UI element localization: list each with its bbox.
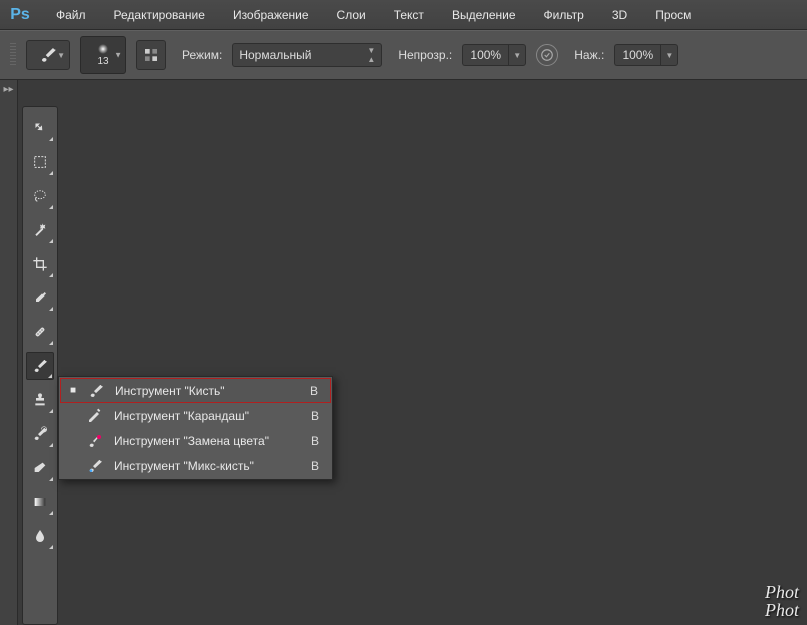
menu-file[interactable]: Файл (52, 6, 90, 24)
flyout-shortcut: B (310, 384, 318, 398)
stamp-icon (32, 392, 48, 408)
heal-icon (32, 324, 48, 340)
brush-panel-toggle[interactable] (136, 40, 166, 70)
menu-filter[interactable]: Фильтр (540, 6, 588, 24)
tool-history-brush[interactable] (26, 420, 54, 448)
flow-field[interactable]: 100% ▼ (614, 44, 678, 66)
app-logo[interactable]: Ps (8, 3, 32, 27)
canvas-area[interactable] (58, 80, 807, 625)
brush-tool-flyout: ■ Инструмент "Кисть" B Инструмент "Каран… (58, 376, 333, 480)
brush-icon (39, 46, 57, 64)
menu-select[interactable]: Выделение (448, 6, 520, 24)
flyout-shortcut: B (311, 434, 319, 448)
mode-select[interactable]: Нормальный ▼▲ (232, 43, 382, 67)
eraser-icon (32, 460, 48, 476)
chevron-down-icon[interactable]: ▼ (508, 44, 526, 66)
menu-3d[interactable]: 3D (608, 6, 631, 24)
chevron-down-icon[interactable]: ▼ (660, 44, 678, 66)
brush-icon (32, 358, 48, 374)
brush-preview-icon (98, 44, 108, 54)
marquee-icon (32, 154, 48, 170)
menubar: Ps Файл Редактирование Изображение Слои … (0, 0, 807, 30)
tool-blur[interactable] (26, 522, 54, 550)
pressure-icon (540, 48, 554, 62)
tool-stamp[interactable] (26, 386, 54, 414)
chevron-down-icon: ▼▲ (367, 46, 375, 64)
menu-image[interactable]: Изображение (229, 6, 313, 24)
selected-marker-icon: ■ (69, 385, 77, 396)
tab-strip: ▸▸ (0, 80, 18, 625)
history-icon (32, 426, 48, 442)
brush-icon (87, 383, 105, 399)
mixer-brush-icon (86, 458, 104, 474)
flyout-label: Инструмент "Кисть" (115, 384, 300, 398)
crop-icon (32, 256, 48, 272)
brush-preset-picker[interactable]: 13 ▼ (80, 36, 126, 74)
brush-size-value: 13 (97, 56, 108, 67)
tool-eraser[interactable] (26, 454, 54, 482)
flow-value[interactable]: 100% (614, 44, 660, 66)
pressure-opacity-button[interactable] (536, 44, 558, 66)
chevron-down-icon: ▼ (57, 51, 65, 60)
options-bar: ▼ 13 ▼ Режим: Нормальный ▼▲ Непрозр.: 10… (0, 30, 807, 80)
flyout-item-mixer[interactable]: Инструмент "Микс-кисть" B (60, 453, 331, 478)
menu-text[interactable]: Текст (390, 6, 428, 24)
chevron-down-icon: ▼ (114, 51, 122, 60)
tool-marquee[interactable] (26, 148, 54, 176)
menu-edit[interactable]: Редактирование (110, 6, 209, 24)
tool-lasso[interactable] (26, 182, 54, 210)
menu-view[interactable]: Просм (651, 6, 695, 24)
watermark: Phot Phot (765, 583, 799, 619)
tool-crop[interactable] (26, 250, 54, 278)
tool-heal[interactable] (26, 318, 54, 346)
tool-brush[interactable] (26, 352, 54, 380)
flow-label: Наж.: (574, 48, 604, 62)
palette-icon (143, 47, 159, 63)
tool-wand[interactable] (26, 216, 54, 244)
panel-expand-icon[interactable]: ▸▸ (0, 80, 17, 99)
flyout-label: Инструмент "Микс-кисть" (114, 459, 301, 473)
flyout-label: Инструмент "Карандаш" (114, 409, 301, 423)
flyout-item-pencil[interactable]: Инструмент "Карандаш" B (60, 403, 331, 428)
lasso-icon (32, 188, 48, 204)
options-drag-handle[interactable] (10, 43, 16, 67)
opacity-field[interactable]: 100% ▼ (462, 44, 526, 66)
wand-icon (32, 222, 48, 238)
opacity-label: Непрозр.: (398, 48, 452, 62)
flyout-shortcut: B (311, 409, 319, 423)
workspace: ▸▸ (0, 80, 807, 625)
tool-move[interactable] (26, 114, 54, 142)
flyout-shortcut: B (311, 459, 319, 473)
flyout-label: Инструмент "Замена цвета" (114, 434, 301, 448)
tool-eyedropper[interactable] (26, 284, 54, 312)
flyout-item-color-replace[interactable]: Инструмент "Замена цвета" B (60, 428, 331, 453)
menu-layers[interactable]: Слои (333, 6, 370, 24)
tool-preset-picker[interactable]: ▼ (26, 40, 70, 70)
color-replace-icon (86, 433, 104, 449)
flyout-item-brush[interactable]: ■ Инструмент "Кисть" B (60, 378, 331, 403)
gradient-icon (32, 494, 48, 510)
mode-label: Режим: (182, 48, 222, 62)
tools-panel (22, 106, 58, 625)
blur-icon (32, 528, 48, 544)
pencil-icon (86, 408, 104, 424)
mode-value: Нормальный (239, 48, 311, 62)
eyedropper-icon (32, 290, 48, 306)
opacity-value[interactable]: 100% (462, 44, 508, 66)
move-icon (32, 120, 48, 136)
tool-gradient[interactable] (26, 488, 54, 516)
